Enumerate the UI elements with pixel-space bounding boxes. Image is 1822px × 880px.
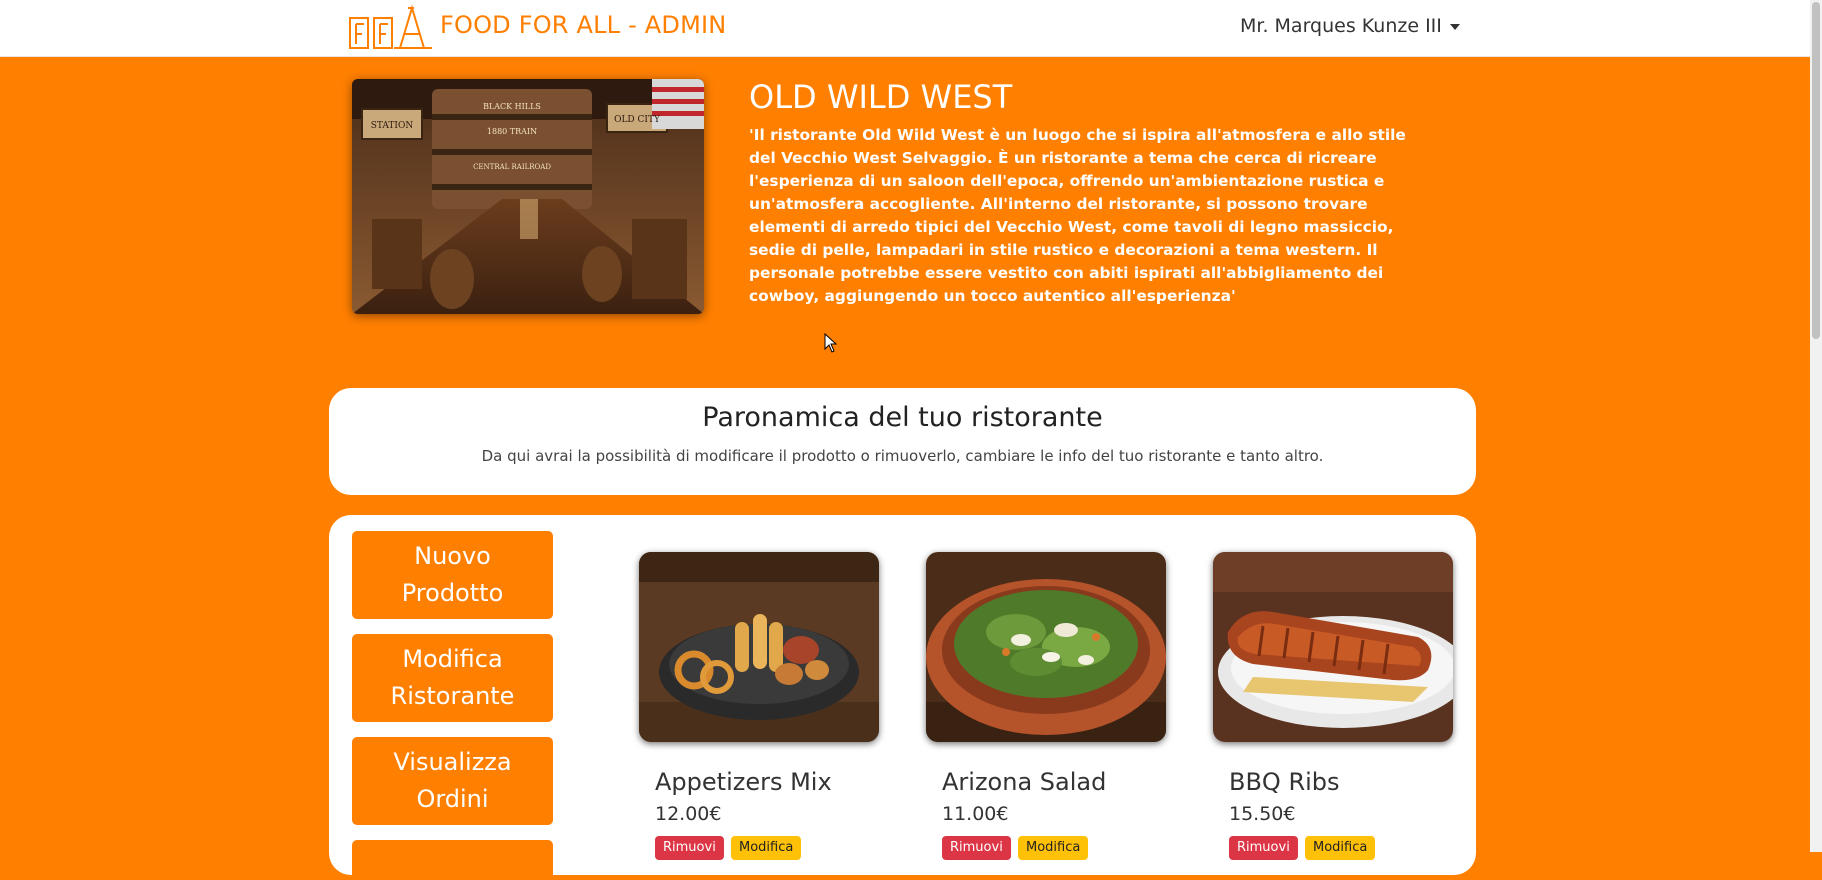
sign-station: STATION [371,121,414,131]
sign-train: 1880 TRAIN [487,127,537,136]
product-name: Arizona Salad [942,768,1107,796]
remove-button[interactable]: Rimuovi [655,836,724,860]
app-logo[interactable] [348,4,434,52]
remove-button[interactable]: Rimuovi [1229,836,1298,860]
product-name: BBQ Ribs [1229,768,1340,796]
product-price: 15.50€ [1229,803,1296,825]
sidebar-button-partial[interactable] [352,840,553,880]
edit-restaurant-label: Modifica Ristorante [390,645,515,710]
top-navbar: FOOD FOR ALL - ADMIN Mr. Marques Kunze I… [0,0,1810,57]
overview-subtitle: Da qui avrai la possibilità di modificar… [481,447,1324,465]
overview-panel: Paronamica del tuo ristorante Da qui avr… [329,388,1476,495]
edit-button[interactable]: Modifica [1018,836,1089,860]
product-price: 11.00€ [942,803,1009,825]
new-product-button[interactable]: Nuovo Prodotto [352,531,553,619]
edit-restaurant-button[interactable]: Modifica Ristorante [352,634,553,722]
brand-title[interactable]: FOOD FOR ALL - ADMIN [440,11,726,39]
product-image-appetizers [639,552,879,742]
caret-down-icon [1449,23,1460,30]
sign-railroad: CENTRAL RAILROAD [473,163,551,171]
product-name: Appetizers Mix [655,768,832,796]
edit-button[interactable]: Modifica [1305,836,1376,860]
new-product-label: Nuovo Prodotto [401,542,504,607]
restaurant-name: OLD WILD WEST [749,78,1013,116]
view-orders-button[interactable]: Visualizza Ordini [352,737,553,825]
remove-button[interactable]: Rimuovi [942,836,1011,860]
edit-button[interactable]: Modifica [731,836,802,860]
restaurant-description: 'Il ristorante Old Wild West è un luogo … [749,126,1406,305]
user-name: Mr. Marques Kunze III [1240,15,1442,37]
product-image-salad [926,552,1166,742]
overview-title: Paronamica del tuo ristorante [702,402,1103,433]
restaurant-photo: STATION BLACK HILLS 1880 TRAIN CENTRAL R… [352,79,704,314]
scrollbar-thumb[interactable] [1812,2,1820,339]
product-image-ribs [1213,552,1453,742]
view-orders-label: Visualizza Ordini [393,748,512,813]
sign-black-hills: BLACK HILLS [483,102,541,111]
mouse-cursor-icon [824,333,838,353]
sign-old-city: OLD CITY [614,115,661,125]
page-scrollbar[interactable] [1810,0,1822,852]
user-menu-dropdown[interactable]: Mr. Marques Kunze III [1240,15,1460,37]
product-price: 12.00€ [655,803,722,825]
